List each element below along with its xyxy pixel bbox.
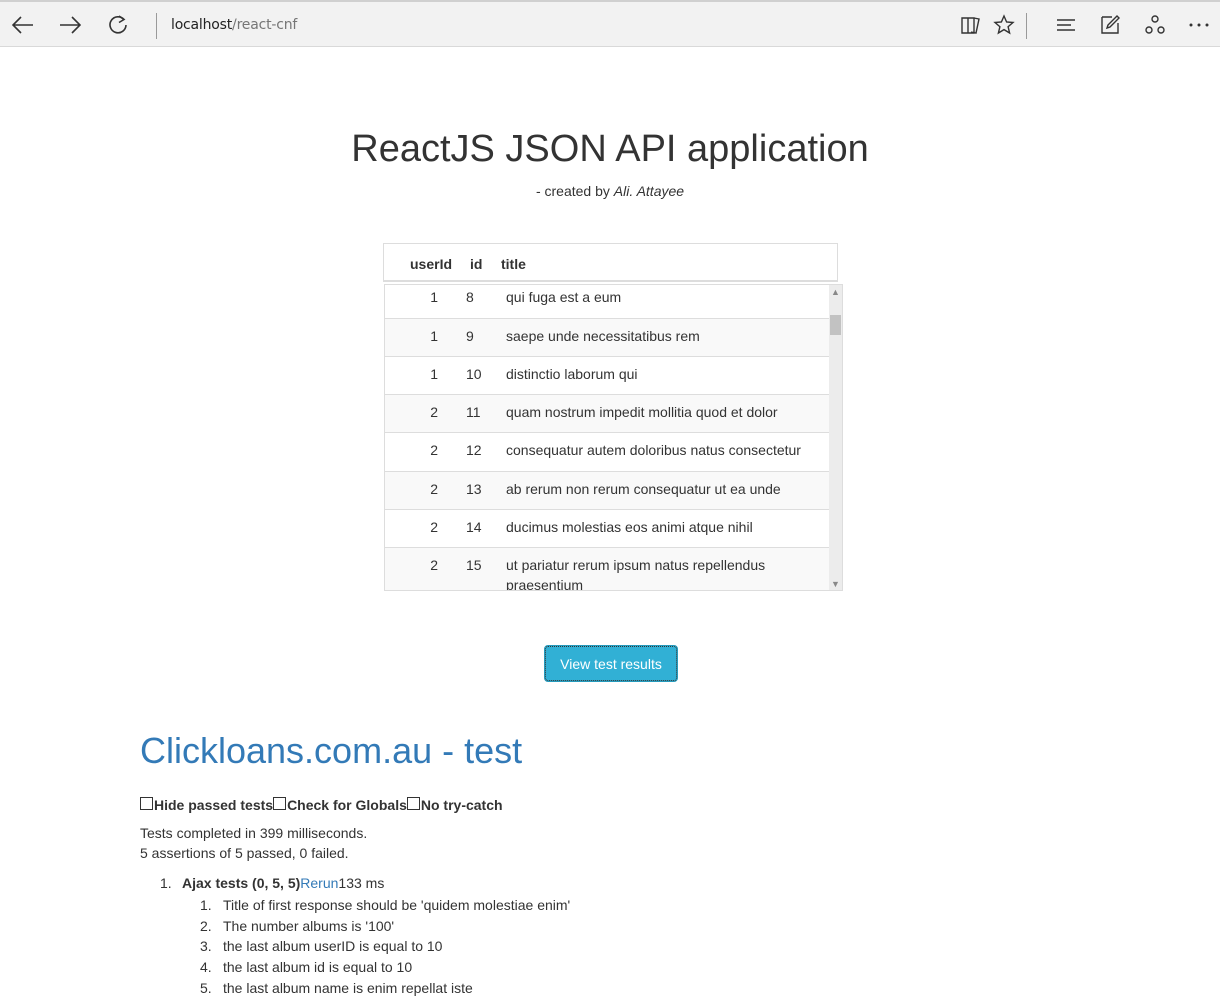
module-duration: 133 ms	[338, 875, 385, 891]
web-note-icon[interactable]	[1094, 9, 1126, 41]
assertion-item: 1. Title of first response should be 'qui…	[200, 897, 570, 913]
byline: - created by Ali. Attayee	[0, 183, 1220, 199]
check-globals-checkbox[interactable]	[273, 796, 287, 810]
qunit-header[interactable]: Clickloans.com.au - test	[140, 730, 522, 772]
forward-arrow-icon[interactable]	[54, 9, 86, 41]
table-body[interactable]: 1 8 qui fuga est a eum 1 9 saepe unde ne…	[384, 284, 843, 591]
assertion-number: 4.	[200, 959, 212, 975]
back-arrow-icon[interactable]	[7, 9, 39, 41]
cell-id: 10	[466, 366, 482, 382]
scroll-down-arrow-icon[interactable]: ▼	[829, 577, 842, 590]
view-test-results-button[interactable]: View test results	[544, 645, 678, 682]
cell-title: consequatur autem doloribus natus consec…	[506, 442, 801, 458]
hub-icon[interactable]	[1050, 9, 1082, 41]
column-header-id[interactable]: id	[470, 256, 482, 272]
cell-userid: 2	[430, 519, 438, 535]
cell-id: 9	[466, 328, 474, 344]
page-title: ReactJS JSON API application	[351, 128, 869, 170]
share-icon[interactable]	[1139, 9, 1171, 41]
check-globals-label[interactable]: Check for Globals	[287, 797, 407, 813]
more-options-icon[interactable]	[1183, 9, 1215, 41]
table-row: 1 10 distinctio laborum qui	[385, 356, 831, 394]
cell-userid: 1	[430, 289, 438, 305]
hide-passed-label[interactable]: Hide passed tests	[154, 797, 273, 813]
no-try-catch-label[interactable]: No try-catch	[421, 797, 503, 813]
cell-userid: 1	[430, 366, 438, 382]
url-path: /react-cnf	[232, 17, 298, 33]
cell-id: 11	[466, 404, 481, 420]
table-scrollbar[interactable]: ▲ ▼	[829, 285, 842, 590]
author-name: Ali. Attayee	[613, 183, 685, 199]
assertion-text: Title of first response should be 'quide…	[223, 897, 571, 913]
table-row: 1 9 saepe unde necessitatibus rem	[385, 318, 831, 356]
assertion-text: the last album name is enim repellat ist…	[223, 980, 473, 996]
cell-title: ut pariatur rerum ipsum natus repellendu…	[506, 557, 766, 591]
byline-prefix: - created by	[535, 183, 614, 199]
reading-view-icon[interactable]	[955, 9, 987, 41]
browser-toolbar: localhost/react-cnf	[0, 0, 1220, 47]
assertion-item: 4. the last album id is equal to 10	[200, 959, 412, 975]
cell-userid: 2	[430, 481, 438, 497]
toolbar-separator	[1026, 13, 1027, 39]
assertion-number: 5.	[200, 980, 212, 996]
qunit-header-text[interactable]: Clickloans.com.au - test	[140, 730, 522, 771]
table-header: userId id title	[383, 243, 838, 282]
assertion-item: 2. The number albums is '100'	[200, 918, 394, 934]
table-row: 1 8 qui fuga est a eum	[385, 285, 831, 318]
assertion-item: 5. the last album name is enim repellat i…	[200, 980, 473, 996]
assertion-text: the last album id is equal to 10	[223, 959, 413, 975]
assertion-item: 3. the last album userID is equal to 10	[200, 938, 442, 954]
assertion-number: 2.	[200, 918, 212, 934]
tests-completed-text: Tests completed in 399 milliseconds.	[140, 825, 368, 841]
cell-userid: 2	[430, 557, 438, 573]
module-name[interactable]: Ajax tests (0, 5, 5)	[182, 875, 300, 891]
no-try-catch-checkbox[interactable]	[406, 796, 420, 810]
favorite-star-icon[interactable]	[988, 9, 1020, 41]
table-row: 2 13 ab rerum non rerum consequatur ut e…	[385, 471, 831, 509]
module-number: 1.	[160, 875, 172, 891]
cell-id: 15	[466, 557, 482, 573]
cell-id: 8	[466, 289, 474, 305]
table-row: 2 15 ut pariatur rerum ipsum natus repel…	[385, 547, 831, 591]
address-separator	[156, 13, 157, 39]
cell-title: saepe unde necessitatibus rem	[506, 328, 700, 344]
assertion-number: 3.	[200, 938, 212, 954]
scroll-thumb[interactable]	[830, 315, 841, 335]
assertion-text: The number albums is '100'	[223, 918, 395, 934]
cell-userid: 2	[430, 442, 438, 458]
refresh-icon[interactable]	[102, 9, 134, 41]
cell-title: ab rerum non rerum consequatur ut ea und…	[506, 481, 781, 497]
url-host: localhost	[171, 17, 233, 33]
scroll-up-arrow-icon[interactable]: ▲	[829, 285, 842, 298]
table-row: 2 12 consequatur autem doloribus natus c…	[385, 432, 831, 470]
albums-table: userId id title 1 8 qui fuga est a eum 1…	[383, 243, 843, 591]
cell-title: qui fuga est a eum	[506, 289, 622, 305]
assertion-text: the last album userID is equal to 10	[223, 938, 443, 954]
column-header-userid[interactable]: userId	[410, 256, 452, 272]
cell-title: distinctio laborum qui	[506, 366, 638, 382]
cell-userid: 1	[430, 328, 438, 344]
table-row: 2 11 quam nostrum impedit mollitia quod …	[385, 394, 831, 432]
column-header-title[interactable]: title	[501, 256, 526, 272]
cell-title: quam nostrum impedit mollitia quod et do…	[506, 404, 778, 420]
rerun-link[interactable]: Rerun	[300, 875, 338, 891]
cell-id: 13	[466, 481, 482, 497]
cell-id: 12	[466, 442, 482, 458]
cell-title: ducimus molestias eos animi atque nihil	[506, 519, 753, 535]
cell-userid: 2	[430, 404, 438, 420]
cell-id: 14	[466, 519, 482, 535]
hide-passed-checkbox[interactable]	[140, 796, 153, 810]
qunit-toolbar: Hide passed tests Check for Globals No t…	[140, 796, 503, 813]
assertion-number: 1.	[200, 897, 212, 913]
assertions-summary-text: 5 assertions of 5 passed, 0 failed.	[140, 845, 349, 861]
address-bar[interactable]: localhost/react-cnf	[171, 17, 297, 33]
table-row: 2 14 ducimus molestias eos animi atque n…	[385, 509, 831, 547]
test-module[interactable]: 1. Ajax tests (0, 5, 5)Rerun133 ms	[160, 875, 384, 891]
